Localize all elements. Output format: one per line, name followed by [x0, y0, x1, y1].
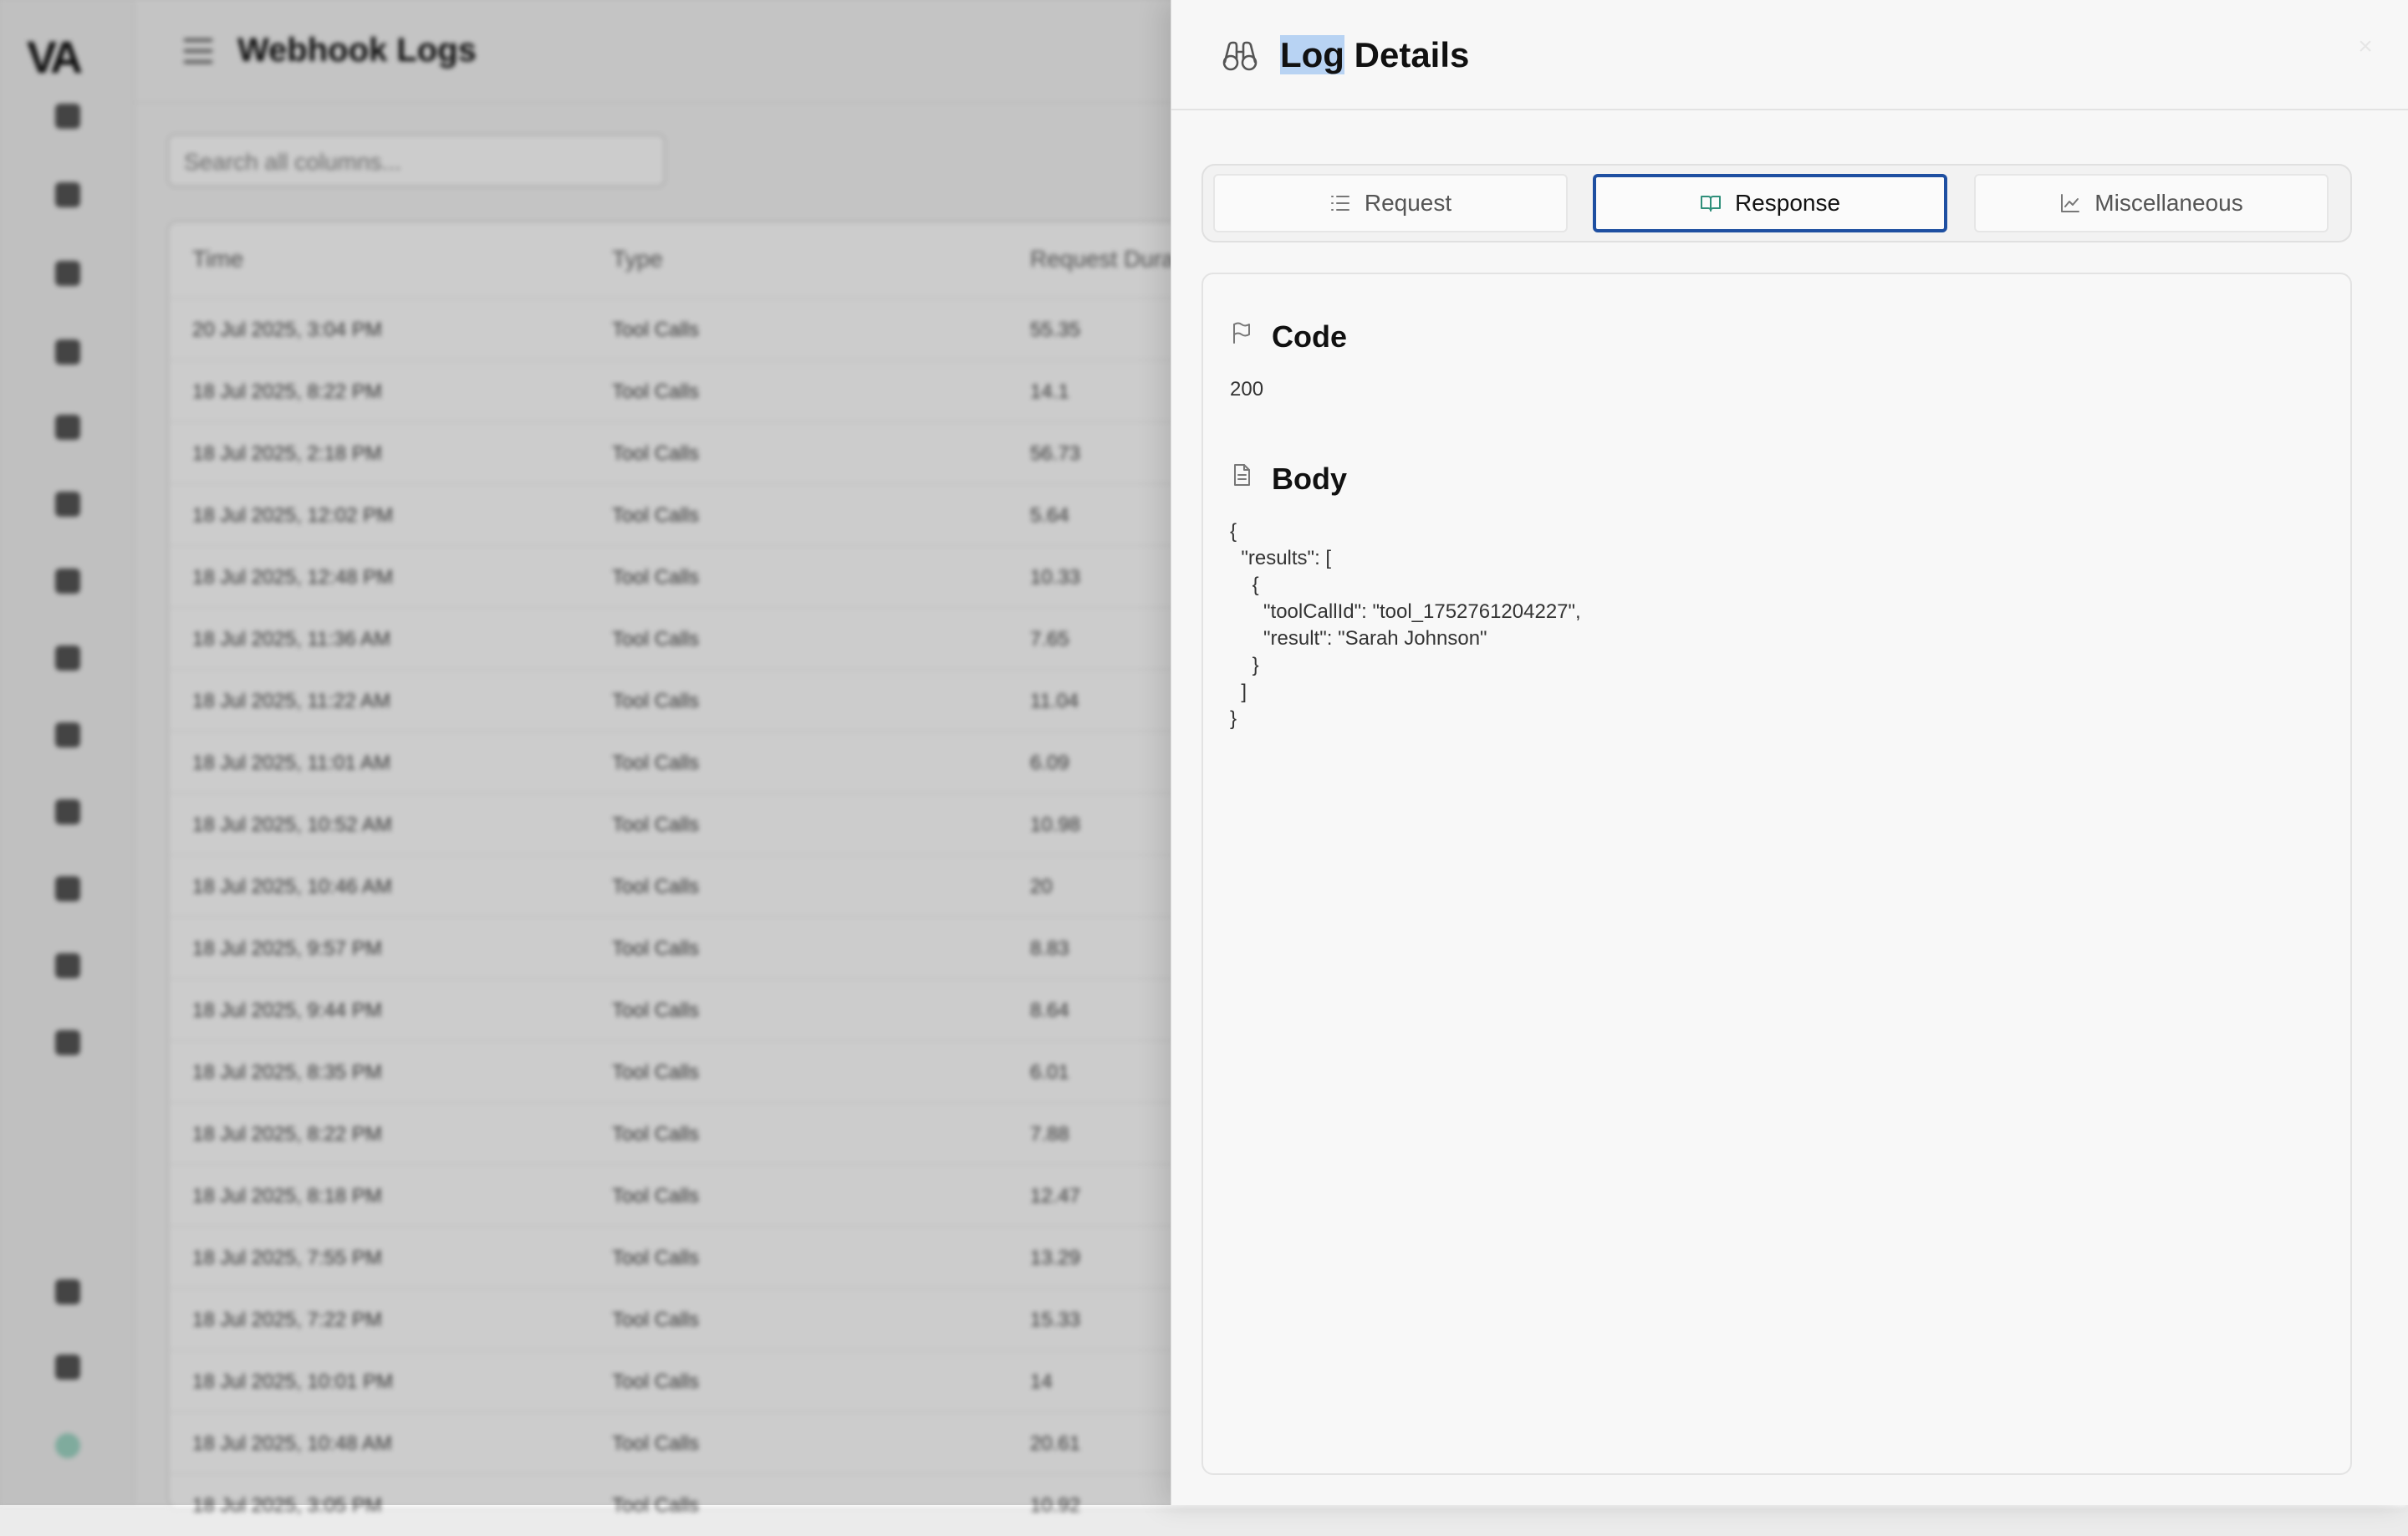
tab-response-label: Response: [1734, 190, 1841, 216]
flag-icon: [1233, 322, 1250, 344]
sheet-title-rest: Details: [1344, 35, 1470, 74]
body-json: { "results": [ { "toolCallId": "tool_175…: [1230, 520, 1581, 730]
sheet-header: Log Details ×: [1171, 0, 2408, 110]
file-text-icon: [1234, 464, 1250, 486]
tab-miscellaneous-label: Miscellaneous: [2094, 190, 2243, 216]
tab-response[interactable]: Response: [1593, 174, 1947, 232]
code-heading: Code: [1272, 319, 1347, 354]
binoculars-icon: [1222, 41, 1258, 71]
log-details-sheet: Log Details × Request Response Miscellan…: [1171, 0, 2408, 1505]
code-value: 200: [1230, 378, 1264, 401]
book-open-icon: [1700, 196, 1721, 212]
body-heading: Body: [1272, 462, 1347, 496]
tabs-list: Request Response Miscellaneous: [1201, 164, 2352, 242]
tab-request-label: Request: [1364, 190, 1452, 216]
sheet-title-highlight: Log: [1280, 35, 1344, 74]
tab-request[interactable]: Request: [1213, 174, 1568, 232]
sheet-title: Log Details: [1280, 33, 1469, 77]
line-chart-icon: [2061, 194, 2080, 212]
close-button[interactable]: ×: [2344, 25, 2387, 69]
list-icon: [1330, 196, 1349, 211]
tab-miscellaneous[interactable]: Miscellaneous: [1974, 174, 2329, 232]
response-card: Code 200 Body { "results": [ { "toolCall…: [1201, 273, 2352, 1475]
